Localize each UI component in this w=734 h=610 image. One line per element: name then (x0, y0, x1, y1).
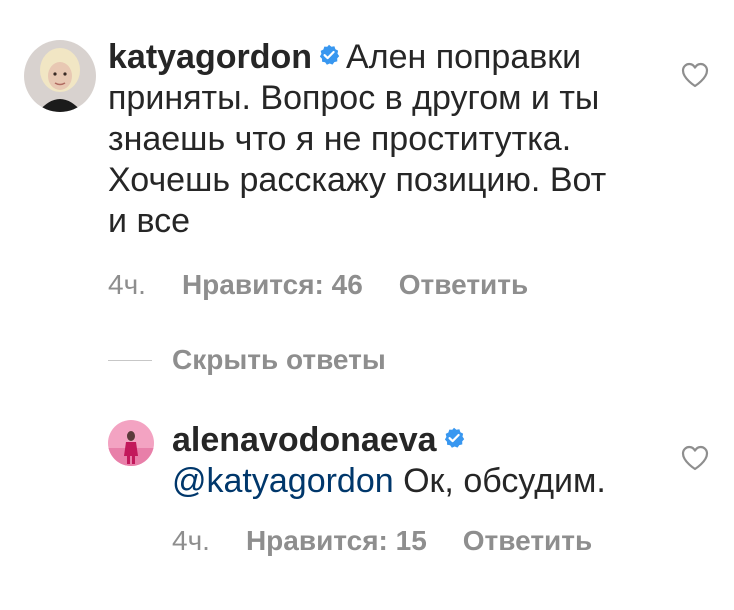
reply-text-block: alenavodonaeva @katyagordon Ок, обсудим. (172, 420, 652, 502)
reply-username[interactable]: alenavodonaeva (172, 421, 437, 459)
mention-link[interactable]: @katyagordon (172, 462, 394, 500)
hide-replies-button[interactable]: Скрыть ответы (108, 342, 386, 378)
comment-time: 4ч. (108, 269, 146, 300)
like-heart-icon[interactable] (681, 62, 709, 88)
comment-text-block: katyagordon Ален поправки приняты. Вопро… (108, 37, 628, 242)
hide-replies-label: Скрыть ответы (172, 344, 386, 375)
verified-badge-icon (443, 427, 465, 449)
comment-likes[interactable]: Нравится: 46 (182, 269, 363, 300)
like-heart-icon[interactable] (681, 445, 709, 471)
reply-meta: 4ч. Нравится: 15 Ответить (172, 525, 592, 557)
verified-badge-icon (318, 44, 340, 66)
reply-likes[interactable]: Нравится: 15 (246, 525, 427, 556)
divider-line (108, 359, 152, 361)
reply-button[interactable]: Ответить (463, 525, 592, 556)
reply-button[interactable]: Ответить (399, 269, 528, 300)
comment-meta: 4ч. Нравится: 46 Ответить (108, 269, 528, 301)
reply-text: Ок, обсудим. (403, 462, 606, 500)
reply-time: 4ч. (172, 525, 210, 556)
avatar[interactable] (24, 40, 96, 112)
avatar[interactable] (108, 420, 154, 466)
comment-username[interactable]: katyagordon (108, 38, 312, 76)
